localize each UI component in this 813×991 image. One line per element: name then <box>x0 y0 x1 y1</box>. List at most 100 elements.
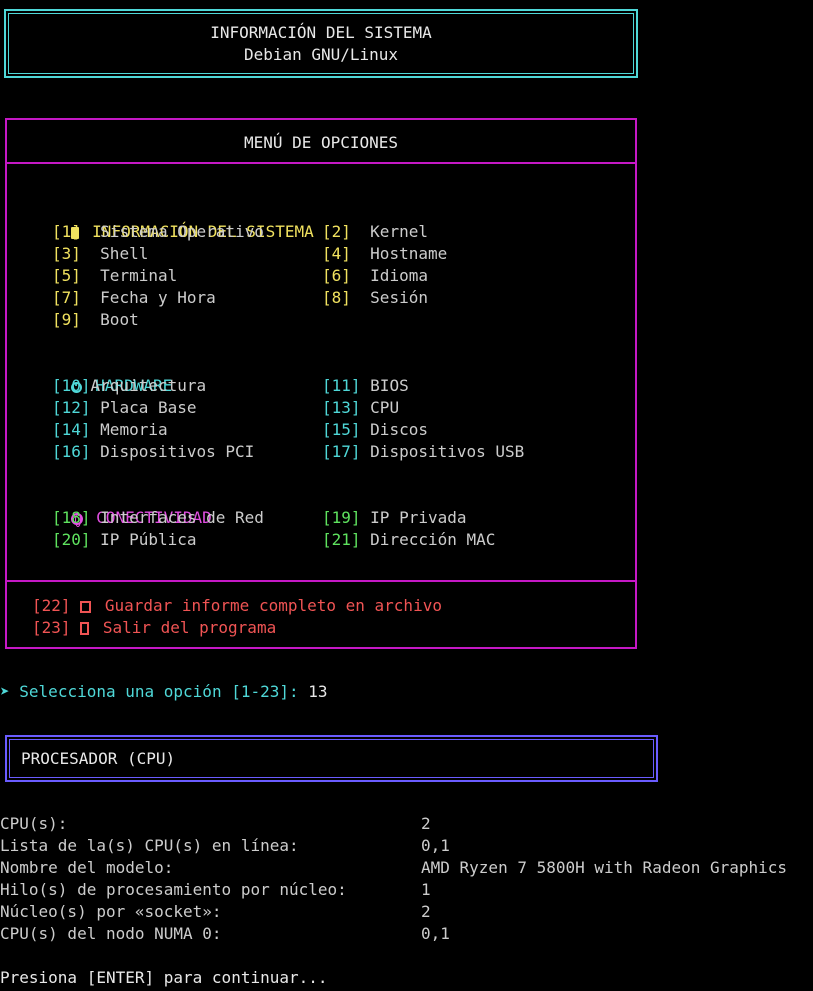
floppy-disk-icon <box>80 601 92 613</box>
menu-item-label: Idioma <box>370 266 428 285</box>
menu-title-divider <box>7 162 635 164</box>
menu-item-key: [3] <box>52 244 81 263</box>
cpu-row-value: 1 <box>421 880 431 899</box>
menu-item-12[interactable]: [12] Placa Base <box>52 397 197 419</box>
cpu-row-label: CPU(s): <box>0 814 68 833</box>
menu-item-key: [5] <box>52 266 81 285</box>
menu-title: MENÚ DE OPCIONES <box>243 133 399 152</box>
cpu-row: Nombre del modelo: <box>0 857 173 879</box>
cpu-row: Núcleo(s) por «socket»: <box>0 901 222 923</box>
menu-item-label: Boot <box>100 310 139 329</box>
menu-item-label: Guardar informe completo en archivo <box>104 596 442 615</box>
cpu-row-label: Lista de la(s) CPU(s) en línea: <box>0 836 299 855</box>
menu-item-16[interactable]: [16] Dispositivos PCI <box>52 441 254 463</box>
menu-item-key: [13] <box>322 398 361 417</box>
menu-item-key: [14] <box>52 420 91 439</box>
cpu-row-value: AMD Ryzen 7 5800H with Radeon Graphics <box>421 858 788 877</box>
menu-actions-divider <box>7 580 635 582</box>
menu-item-key: [16] <box>52 442 91 461</box>
section-hardware: HARDWARE <box>32 353 172 395</box>
menu-item-label: Sesión <box>370 288 428 307</box>
menu-item-4[interactable]: [4] Hostname <box>322 243 447 265</box>
menu-item-14[interactable]: [14] Memoria <box>52 419 168 441</box>
cpu-row: CPU(s): <box>0 813 67 835</box>
menu-item-23[interactable]: [23] Salir del programa <box>32 617 276 639</box>
menu-item-key: [15] <box>322 420 361 439</box>
cpu-row: Hilo(s) de procesamiento por núcleo: <box>0 879 347 901</box>
menu-item-9[interactable]: [9] Boot <box>52 309 139 331</box>
menu-item-5[interactable]: [5] Terminal <box>52 265 177 287</box>
menu-item-key: [11] <box>322 376 361 395</box>
prompt-arrow-icon: ➤ <box>0 682 10 701</box>
menu-item-label: Salir del programa <box>102 618 277 637</box>
menu-item-3[interactable]: [3] Shell <box>52 243 148 265</box>
cpu-row-label: CPU(s) del nodo NUMA 0: <box>0 924 222 943</box>
menu-item-label: Sistema Operativo <box>100 222 264 241</box>
prompt-label: Selecciona una opción [1-23]: <box>19 682 299 701</box>
menu-item-label: Dirección MAC <box>370 530 496 549</box>
menu-item-label: Placa Base <box>100 398 197 417</box>
menu-item-key: [4] <box>322 244 351 263</box>
menu-item-label: Arquitectura <box>90 376 207 395</box>
menu-item-key: [6] <box>322 266 351 285</box>
menu-item-17[interactable]: [17] Dispositivos USB <box>322 441 524 463</box>
menu-item-key: [9] <box>52 310 81 329</box>
menu-item-20[interactable]: [20] IP Pública <box>52 529 197 551</box>
cpu-row-label: Hilo(s) de procesamiento por núcleo: <box>0 880 347 899</box>
menu-item-13[interactable]: [13] CPU <box>322 397 399 419</box>
menu-item-key: [20] <box>52 530 91 549</box>
cpu-row-label: Núcleo(s) por «socket»: <box>0 902 222 921</box>
menu-item-label: Interfaces de Red <box>100 508 264 527</box>
menu-item-label: Shell <box>100 244 149 263</box>
menu-item-1[interactable]: [1] Sistema Operativo <box>52 221 264 243</box>
menu-item-key: [17] <box>322 442 361 461</box>
header-title: INFORMACIÓN DEL SISTEMA <box>210 23 432 42</box>
section-connectivity: CONECTIVIDAD <box>32 485 212 527</box>
section-system-info: INFORMACIÓN DEL SISTEMA <box>32 199 314 241</box>
menu-item-key: [7] <box>52 288 81 307</box>
menu-item-label: CPU <box>370 398 400 417</box>
continue-prompt[interactable]: Presiona [ENTER] para continuar... <box>0 967 328 989</box>
menu-item-label: Fecha y Hora <box>100 288 216 307</box>
result-title: PROCESADOR (CPU) <box>21 749 176 768</box>
cpu-row: Lista de la(s) CPU(s) en línea: <box>0 835 299 857</box>
menu-item-8[interactable]: [8] Sesión <box>322 287 428 309</box>
menu-item-key: [22] <box>32 596 71 615</box>
menu-item-label: IP Privada <box>370 508 467 527</box>
option-prompt[interactable]: ➤ Selecciona una opción [1-23]: 13 <box>0 681 328 703</box>
prompt-input-value[interactable]: 13 <box>308 682 327 701</box>
door-icon <box>80 622 90 635</box>
menu-item-key: [10] <box>52 376 91 395</box>
menu-item-key: [18] <box>52 508 91 527</box>
cpu-row-label: Nombre del modelo: <box>0 858 174 877</box>
menu-item-label: Memoria <box>100 420 168 439</box>
menu-item-18[interactable]: [18] Interfaces de Red <box>52 507 264 529</box>
menu-item-21[interactable]: [21] Dirección MAC <box>322 529 495 551</box>
menu-item-key: [1] <box>52 222 81 241</box>
menu-item-19[interactable]: [19] IP Privada <box>322 507 467 529</box>
menu-item-label: Hostname <box>370 244 448 263</box>
menu-item-2[interactable]: [2] Kernel <box>322 221 428 243</box>
menu-item-15[interactable]: [15] Discos <box>322 419 428 441</box>
menu-item-label: Terminal <box>100 266 178 285</box>
cpu-row-value: 0,1 <box>421 836 450 855</box>
options-menu: MENÚ DE OPCIONES INFORMACIÓN DEL SISTEMA… <box>5 118 637 649</box>
cpu-row-value: 2 <box>421 902 431 921</box>
menu-item-key: [12] <box>52 398 91 417</box>
cpu-row-value: 0,1 <box>421 924 450 943</box>
menu-item-6[interactable]: [6] Idioma <box>322 265 428 287</box>
menu-item-22[interactable]: [22] Guardar informe completo en archivo <box>32 595 442 617</box>
menu-item-key: [23] <box>32 618 71 637</box>
menu-item-key: [2] <box>322 222 351 241</box>
header-box: INFORMACIÓN DEL SISTEMA Debian GNU/Linux <box>4 9 638 78</box>
menu-item-key: [19] <box>322 508 361 527</box>
menu-item-label: Dispositivos PCI <box>100 442 255 461</box>
header-subtitle: Debian GNU/Linux <box>243 45 399 64</box>
menu-item-10[interactable]: [10]Arquitectura <box>52 375 206 397</box>
result-header-box: PROCESADOR (CPU) <box>5 735 658 782</box>
menu-item-label: IP Pública <box>100 530 197 549</box>
menu-item-11[interactable]: [11] BIOS <box>322 375 409 397</box>
menu-item-7[interactable]: [7] Fecha y Hora <box>52 287 216 309</box>
menu-item-key: [8] <box>322 288 351 307</box>
cpu-row-value: 2 <box>421 814 431 833</box>
